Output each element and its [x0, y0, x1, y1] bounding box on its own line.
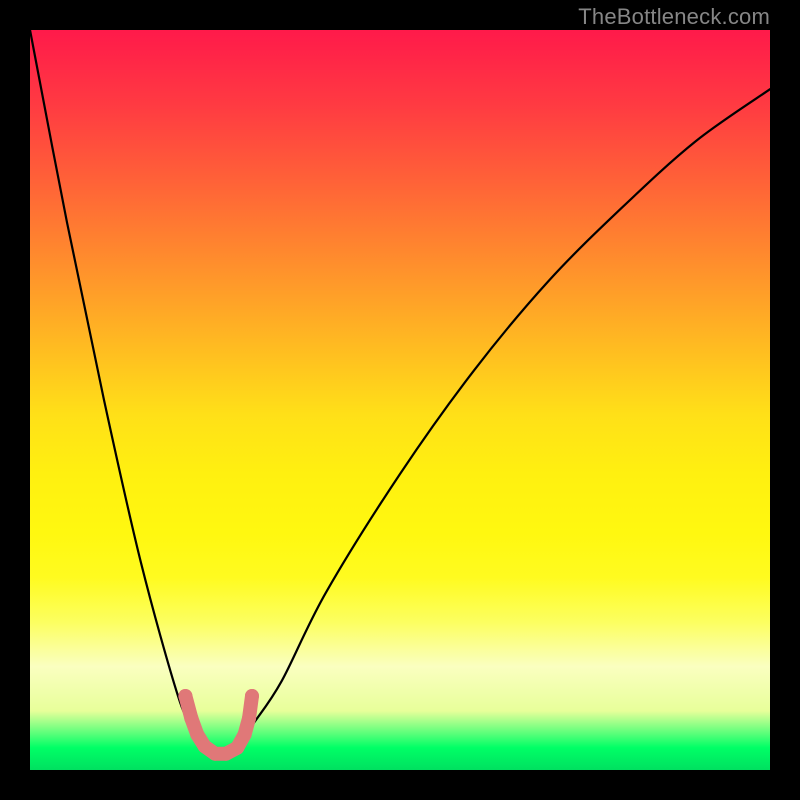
- marker-dot: [230, 741, 244, 755]
- marker-dot: [190, 727, 204, 741]
- chart-svg: [30, 30, 770, 770]
- watermark-text: TheBottleneck.com: [578, 4, 770, 30]
- chart-frame: TheBottleneck.com: [0, 0, 800, 800]
- marker-dot: [238, 727, 252, 741]
- data-band-markers: [178, 689, 259, 761]
- plot-area: [30, 30, 770, 770]
- bottleneck-curve-line: [30, 30, 770, 755]
- marker-dot: [178, 689, 192, 703]
- marker-dot: [184, 711, 198, 725]
- marker-dot: [242, 711, 256, 725]
- marker-dot: [245, 689, 259, 703]
